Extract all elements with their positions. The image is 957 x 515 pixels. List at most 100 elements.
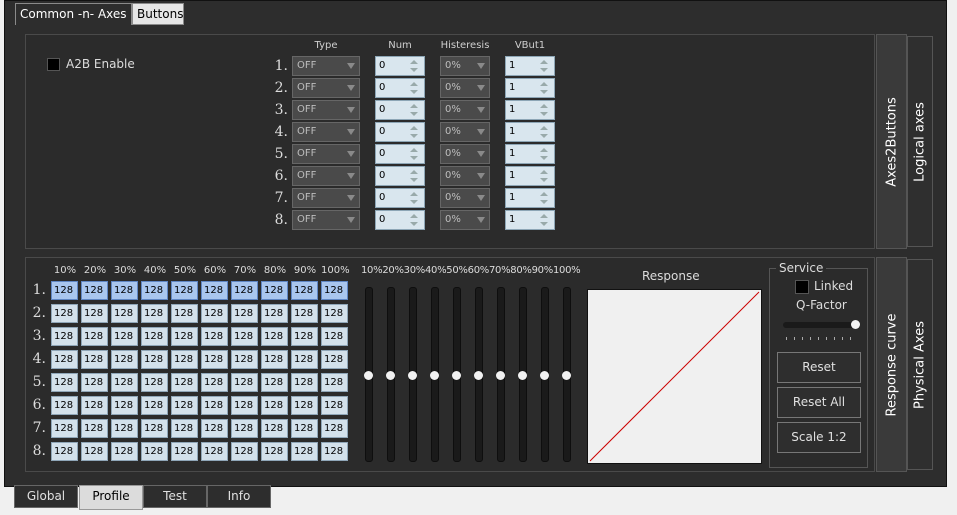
curve-cell[interactable]: 128 (291, 442, 318, 461)
curve-cell[interactable]: 128 (291, 327, 318, 346)
curve-cell[interactable]: 128 (81, 419, 108, 438)
curve-cell[interactable]: 128 (201, 419, 228, 438)
curve-slider-thumb[interactable] (452, 370, 461, 380)
curve-slider-thumb[interactable] (474, 370, 483, 380)
type-combo[interactable]: OFF (292, 56, 360, 76)
arrow-up-icon[interactable] (410, 60, 418, 64)
curve-cell[interactable]: 128 (81, 373, 108, 392)
arrow-up-icon[interactable] (410, 214, 418, 218)
arrow-up-icon[interactable] (410, 192, 418, 196)
curve-cell[interactable]: 128 (291, 350, 318, 369)
arrow-up-icon[interactable] (540, 60, 548, 64)
curve-cell[interactable]: 128 (141, 350, 168, 369)
curve-cell[interactable]: 128 (231, 327, 258, 346)
curve-cell[interactable]: 128 (81, 304, 108, 323)
curve-cell[interactable]: 128 (141, 419, 168, 438)
curve-cell[interactable]: 128 (171, 373, 198, 392)
histeresis-combo[interactable]: 0% (440, 166, 490, 186)
vbut-spinbox[interactable]: 1 (505, 56, 555, 76)
type-combo[interactable]: OFF (292, 78, 360, 98)
histeresis-combo[interactable]: 0% (440, 56, 490, 76)
arrow-down-icon[interactable] (540, 156, 548, 160)
vbut-spinbox[interactable]: 1 (505, 100, 555, 120)
curve-cell[interactable]: 128 (141, 327, 168, 346)
curve-slider-thumb[interactable] (386, 370, 395, 380)
num-spinbox[interactable]: 0 (375, 210, 425, 230)
arrow-down-icon[interactable] (410, 112, 418, 116)
tab-common-axes[interactable]: Common -n- Axes (15, 3, 132, 25)
curve-cell[interactable]: 128 (51, 304, 78, 323)
curve-slider-thumb[interactable] (496, 370, 505, 380)
curve-cell[interactable]: 128 (81, 396, 108, 415)
curve-cell[interactable]: 128 (171, 419, 198, 438)
curve-cell[interactable]: 128 (51, 281, 78, 300)
curve-cell[interactable]: 128 (51, 350, 78, 369)
histeresis-combo[interactable]: 0% (440, 122, 490, 142)
curve-slider-thumb[interactable] (562, 370, 571, 380)
curve-cell[interactable]: 128 (261, 442, 288, 461)
curve-cell[interactable]: 128 (51, 373, 78, 392)
curve-cell[interactable]: 128 (231, 442, 258, 461)
type-combo[interactable]: OFF (292, 166, 360, 186)
arrow-down-icon[interactable] (540, 134, 548, 138)
vbut-spinbox[interactable]: 1 (505, 210, 555, 230)
num-spinbox[interactable]: 0 (375, 166, 425, 186)
curve-cell[interactable]: 128 (321, 350, 348, 369)
curve-cell[interactable]: 128 (321, 281, 348, 300)
curve-cell[interactable]: 128 (201, 442, 228, 461)
a2b-enable-checkbox[interactable] (47, 58, 60, 71)
histeresis-combo[interactable]: 0% (440, 78, 490, 98)
vbut-spinbox[interactable]: 1 (505, 144, 555, 164)
curve-cell[interactable]: 128 (261, 373, 288, 392)
curve-cell[interactable]: 128 (51, 419, 78, 438)
curve-cell[interactable]: 128 (111, 304, 138, 323)
curve-slider-thumb[interactable] (364, 370, 373, 380)
curve-cell[interactable]: 128 (291, 304, 318, 323)
curve-cell[interactable]: 128 (261, 304, 288, 323)
tab-physical-axes[interactable]: Physical Axes (907, 259, 933, 470)
curve-cell[interactable]: 128 (231, 281, 258, 300)
curve-cell[interactable]: 128 (321, 327, 348, 346)
arrow-down-icon[interactable] (410, 222, 418, 226)
curve-cell[interactable]: 128 (81, 350, 108, 369)
curve-cell[interactable]: 128 (321, 442, 348, 461)
type-combo[interactable]: OFF (292, 100, 360, 120)
curve-cell[interactable]: 128 (81, 281, 108, 300)
reset-all-button[interactable]: Reset All (777, 387, 861, 418)
arrow-up-icon[interactable] (410, 104, 418, 108)
type-combo[interactable]: OFF (292, 122, 360, 142)
curve-cell[interactable]: 128 (231, 350, 258, 369)
curve-cell[interactable]: 128 (201, 304, 228, 323)
curve-cell[interactable]: 128 (51, 327, 78, 346)
scale-button[interactable]: Scale 1:2 (777, 422, 861, 453)
curve-cell[interactable]: 128 (171, 327, 198, 346)
arrow-down-icon[interactable] (410, 200, 418, 204)
curve-cell[interactable]: 128 (321, 373, 348, 392)
type-combo[interactable]: OFF (292, 144, 360, 164)
tab-response-curve[interactable]: Response curve (876, 257, 907, 472)
curve-cell[interactable]: 128 (261, 396, 288, 415)
vbut-spinbox[interactable]: 1 (505, 188, 555, 208)
arrow-up-icon[interactable] (410, 82, 418, 86)
arrow-up-icon[interactable] (410, 170, 418, 174)
tab-profile[interactable]: Profile (79, 485, 143, 510)
arrow-down-icon[interactable] (540, 90, 548, 94)
tab-global[interactable]: Global (14, 485, 78, 508)
curve-cell[interactable]: 128 (171, 442, 198, 461)
curve-cell[interactable]: 128 (321, 304, 348, 323)
curve-cell[interactable]: 128 (201, 327, 228, 346)
curve-cell[interactable]: 128 (231, 396, 258, 415)
curve-cell[interactable]: 128 (261, 327, 288, 346)
curve-cell[interactable]: 128 (81, 327, 108, 346)
curve-cell[interactable]: 128 (141, 442, 168, 461)
arrow-up-icon[interactable] (540, 192, 548, 196)
tab-logical-axes[interactable]: Logical axes (907, 36, 933, 247)
curve-cell[interactable]: 128 (201, 373, 228, 392)
arrow-down-icon[interactable] (410, 90, 418, 94)
curve-cell[interactable]: 128 (141, 281, 168, 300)
curve-cell[interactable]: 128 (141, 373, 168, 392)
curve-cell[interactable]: 128 (201, 396, 228, 415)
curve-cell[interactable]: 128 (111, 396, 138, 415)
arrow-down-icon[interactable] (540, 178, 548, 182)
curve-cell[interactable]: 128 (81, 442, 108, 461)
